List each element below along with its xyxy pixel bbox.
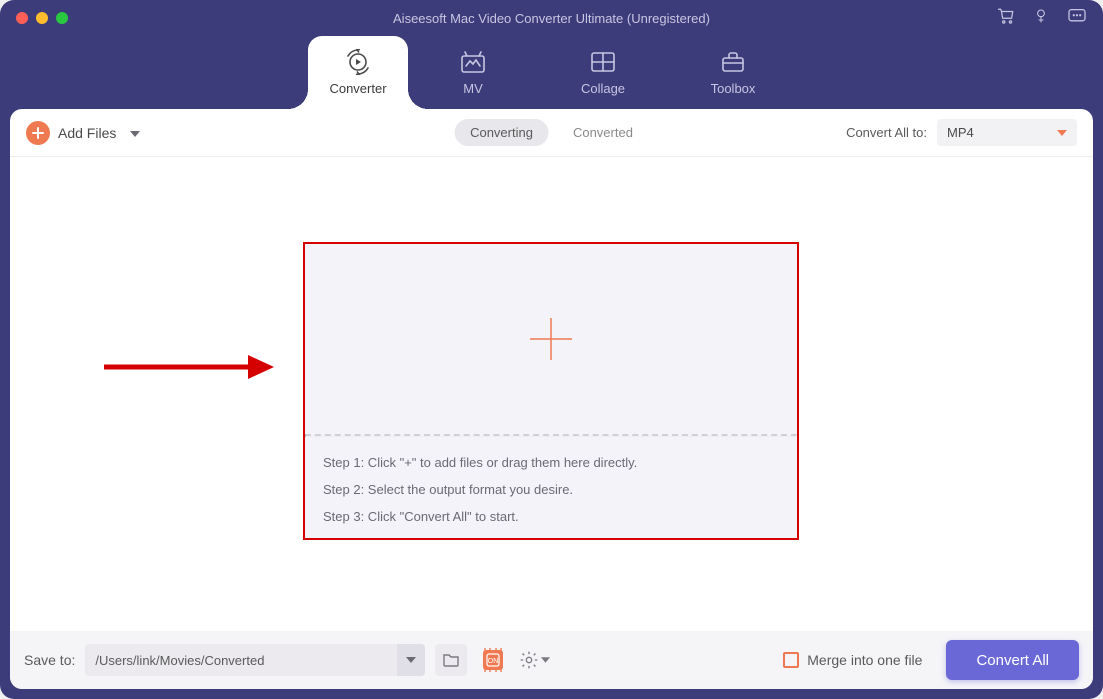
- save-path-value[interactable]: /Users/link/Movies/Converted: [85, 653, 397, 668]
- annotation-arrow: [98, 347, 278, 387]
- folder-icon: [442, 652, 460, 668]
- save-path-field: /Users/link/Movies/Converted: [85, 644, 425, 676]
- tab-converter[interactable]: Converter: [308, 36, 408, 109]
- tab-collage[interactable]: Collage: [538, 36, 668, 109]
- gear-icon: [519, 650, 539, 670]
- add-files-button[interactable]: Add Files: [26, 121, 116, 145]
- open-folder-button[interactable]: [435, 644, 467, 676]
- chevron-down-icon: [541, 657, 550, 663]
- convert-all-button[interactable]: Convert All: [946, 640, 1079, 680]
- maximize-window-button[interactable]: [56, 12, 68, 24]
- plus-icon: [526, 314, 576, 364]
- svg-text:ON: ON: [488, 658, 499, 665]
- status-tab-converting[interactable]: Converting: [454, 119, 549, 146]
- tab-toolbox[interactable]: Toolbox: [668, 36, 798, 109]
- save-to-label: Save to:: [24, 652, 75, 668]
- dropzone-instructions: Step 1: Click "+" to add files or drag t…: [305, 437, 797, 538]
- dropzone-add-area: [305, 244, 797, 434]
- add-files-dropdown[interactable]: [130, 124, 140, 142]
- bottom-bar: Save to: /Users/link/Movies/Converted ON: [10, 631, 1093, 689]
- content-area: Step 1: Click "+" to add files or drag t…: [10, 157, 1093, 631]
- mv-icon: [459, 49, 487, 75]
- titlebar: Aiseesoft Mac Video Converter Ultimate (…: [0, 0, 1103, 36]
- chevron-down-icon: [1057, 130, 1067, 136]
- window-title: Aiseesoft Mac Video Converter Ultimate (…: [0, 11, 1103, 26]
- output-format-value: MP4: [947, 125, 974, 140]
- status-tab-converted[interactable]: Converted: [557, 119, 649, 146]
- file-dropzone[interactable]: Step 1: Click "+" to add files or drag t…: [303, 242, 799, 540]
- convert-all-to-label: Convert All to:: [846, 125, 927, 140]
- gpu-icon: ON: [478, 645, 508, 675]
- step-3-text: Step 3: Click "Convert All" to start.: [323, 509, 779, 524]
- step-1-text: Step 1: Click "+" to add files or drag t…: [323, 455, 779, 470]
- cart-icon[interactable]: [997, 7, 1015, 30]
- merge-checkbox[interactable]: Merge into one file: [783, 652, 922, 668]
- settings-button[interactable]: [519, 650, 550, 670]
- tab-collage-label: Collage: [581, 81, 625, 96]
- chevron-down-icon: [406, 657, 416, 663]
- app-window: Aiseesoft Mac Video Converter Ultimate (…: [0, 0, 1103, 699]
- tab-toolbox-label: Toolbox: [711, 81, 756, 96]
- convert-all-label: Convert All: [976, 652, 1049, 669]
- convert-all-to-group: Convert All to: MP4: [846, 119, 1077, 146]
- sub-toolbar: Add Files Converting Converted Convert A…: [10, 109, 1093, 157]
- main-tabs: Converter MV Collage Toolbox: [0, 36, 1103, 109]
- step-2-text: Step 2: Select the output format you des…: [323, 482, 779, 497]
- tab-mv-label: MV: [463, 81, 483, 96]
- key-icon[interactable]: [1033, 7, 1049, 30]
- add-files-label: Add Files: [58, 125, 116, 141]
- toolbox-icon: [719, 49, 747, 75]
- plus-icon: [26, 121, 50, 145]
- main-panel: Add Files Converting Converted Convert A…: [10, 109, 1093, 689]
- status-tabs: Converting Converted: [454, 118, 649, 148]
- collage-icon: [589, 49, 617, 75]
- save-path-dropdown[interactable]: [397, 644, 425, 676]
- traffic-lights: [16, 12, 68, 24]
- minimize-window-button[interactable]: [36, 12, 48, 24]
- titlebar-actions: [997, 7, 1087, 30]
- tab-converter-label: Converter: [329, 81, 386, 96]
- gpu-acceleration-button[interactable]: ON: [477, 644, 509, 676]
- checkbox-icon: [783, 652, 799, 668]
- merge-label: Merge into one file: [807, 652, 922, 668]
- converter-icon: [344, 49, 372, 75]
- output-format-dropdown[interactable]: MP4: [937, 119, 1077, 146]
- close-window-button[interactable]: [16, 12, 28, 24]
- feedback-icon[interactable]: [1067, 8, 1087, 29]
- chevron-down-icon: [130, 131, 140, 137]
